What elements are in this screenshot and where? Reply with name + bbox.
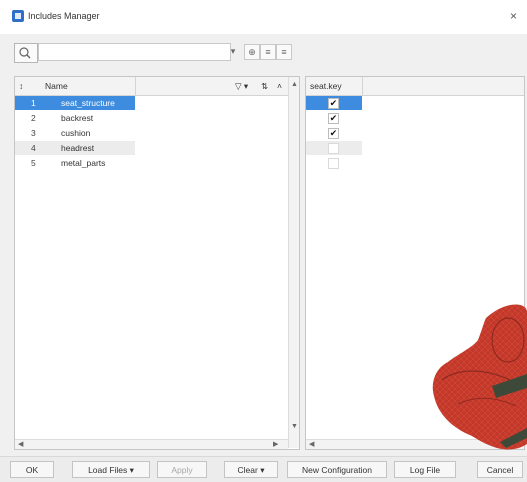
scroll-left-icon[interactable]: ◀	[309, 440, 314, 448]
filter-icon[interactable]: ▽ ▾	[235, 81, 248, 92]
sort-icon[interactable]: ↕	[19, 81, 23, 91]
list-item[interactable]: 3 cushion	[15, 126, 135, 140]
ok-button[interactable]: OK	[10, 461, 54, 478]
app-icon	[12, 10, 24, 22]
horizontal-scrollbar[interactable]: ◀ ▶	[15, 439, 288, 449]
scroll-left-icon[interactable]: ◀	[18, 440, 23, 448]
toolbar-add-button[interactable]: ⊕	[244, 44, 260, 60]
row-number: 3	[31, 128, 36, 138]
sort-button-icon[interactable]: ⇅	[261, 81, 268, 92]
row-name: seat_structure	[61, 98, 115, 108]
row-number: 5	[31, 158, 36, 168]
config-row: ✔	[306, 96, 362, 110]
include-checkbox[interactable]	[328, 158, 339, 169]
row-name: backrest	[61, 113, 94, 123]
include-checkbox[interactable]: ✔	[328, 128, 339, 139]
button-bar: OK Load Files ▾ Apply Clear ▾ New Config…	[0, 456, 527, 482]
clear-button[interactable]: Clear ▾	[224, 461, 278, 478]
config-row: ✔	[306, 111, 362, 125]
search-dropdown-icon[interactable]: ▾	[226, 44, 240, 58]
include-checkbox[interactable]: ✔	[328, 98, 339, 109]
include-checkbox[interactable]	[328, 143, 339, 154]
vertical-scrollbar[interactable]: ▲ ▼	[288, 77, 299, 448]
row-number: 2	[31, 113, 36, 123]
column-divider	[135, 77, 136, 95]
includes-list-panel: ↕ Name ▽ ▾ ⇅ ˄ 1 seat_structure 2 backre…	[14, 76, 300, 450]
search-icon[interactable]	[14, 43, 38, 63]
search-input[interactable]	[38, 43, 231, 61]
window-title: Includes Manager	[28, 11, 100, 21]
scroll-up-icon[interactable]: ▲	[291, 81, 298, 88]
close-icon[interactable]: ×	[510, 9, 517, 23]
list-item[interactable]: 1 seat_structure	[15, 96, 135, 110]
scroll-right-icon[interactable]: ▶	[273, 440, 278, 448]
config-column-header[interactable]: seat.key	[310, 81, 342, 91]
row-number: 1	[31, 98, 36, 108]
row-name: cushion	[61, 128, 91, 138]
seat-3d-model	[432, 304, 527, 450]
log-file-button[interactable]: Log File	[394, 461, 456, 478]
apply-button[interactable]: Apply	[157, 461, 207, 478]
toolbar-list-button[interactable]: ≡	[260, 44, 276, 60]
load-files-button[interactable]: Load Files ▾	[72, 461, 150, 478]
row-number: 4	[31, 143, 36, 153]
column-divider	[362, 77, 363, 95]
config-header: seat.key	[306, 77, 524, 96]
row-name: headrest	[61, 143, 95, 153]
list-item[interactable]: 5 metal_parts	[15, 156, 135, 170]
config-row	[306, 156, 362, 170]
list-item[interactable]: 2 backrest	[15, 111, 135, 125]
name-column-header[interactable]: Name	[45, 81, 68, 91]
toolbar: ▾ ⊕ ≡ ≡	[0, 34, 527, 68]
new-configuration-button[interactable]: New Configuration	[287, 461, 387, 478]
title-bar: Includes Manager ×	[0, 0, 527, 35]
cancel-button[interactable]: Cancel	[477, 461, 523, 478]
config-row	[306, 141, 362, 155]
row-name: metal_parts	[61, 158, 106, 168]
more-icon[interactable]: ˄	[277, 81, 282, 91]
list-item[interactable]: 4 headrest	[15, 141, 135, 155]
list-header: ↕ Name ▽ ▾ ⇅ ˄	[15, 77, 289, 96]
toolbar-collapse-button[interactable]: ≡	[276, 44, 292, 60]
include-checkbox[interactable]: ✔	[328, 113, 339, 124]
scroll-down-icon[interactable]: ▼	[291, 423, 298, 430]
config-row: ✔	[306, 126, 362, 140]
